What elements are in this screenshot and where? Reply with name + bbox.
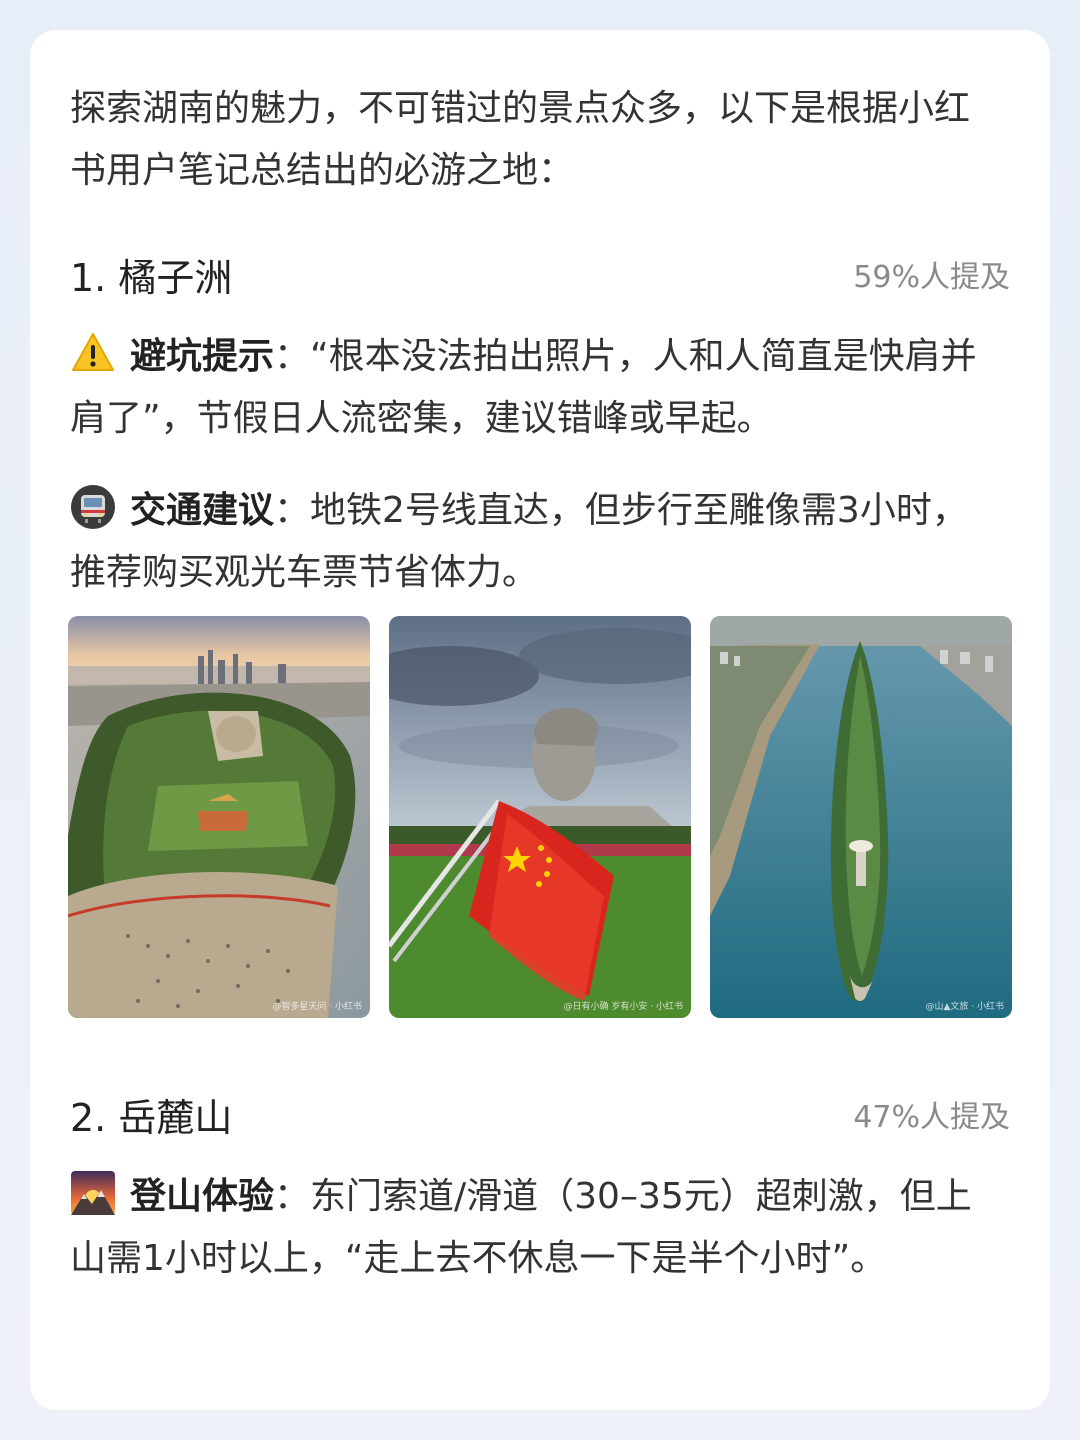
metro-icon [70,484,116,530]
section-number: 1. [70,256,107,300]
mention-rate: 47%人提及 [853,1100,1010,1135]
photo-watermark: @山▲文旅 · 小红书 [925,1002,1004,1012]
statue-flag-photo[interactable]: @日有小确 岁有小安 · 小红书 [389,616,691,1018]
tip-label: 避坑提示 [130,336,275,377]
mountain-sunrise-icon [70,1170,116,1216]
section-name: 橘子洲 [118,256,233,300]
orange-isle-aerial-photo[interactable]: @智多星天问 · 小红书 [68,616,370,1018]
section-header-orange-isle: 1. 橘子洲 59%人提及 [70,248,1010,308]
photo-watermark: @智多星天问 · 小红书 [272,1002,362,1012]
section-name: 岳麓山 [118,1096,233,1140]
section-header-yuelu-mountain: 2. 岳麓山 47%人提及 [70,1088,1010,1148]
tip-paragraph: 避坑提示：“根本没法拍出照片，人和人简直是快肩并肩了”，节假日人流密集，建议错峰… [70,326,1000,450]
island-river-aerial-photo[interactable]: @山▲文旅 · 小红书 [710,616,1012,1018]
section-number: 2. [70,1096,107,1140]
tip-paragraph: 交通建议：地铁2号线直达，但步行至雕像需3小时，推荐购买观光车票节省体力。 [70,480,1000,604]
tip-label: 登山体验 [130,1176,275,1217]
image-gallery: @智多星天问 · 小红书 @日有小确 岁有小安 · 小红书 @山▲文旅 · 小红… [68,616,1012,1018]
tip-paragraph: 登山体验：东门索道/滑道（30–35元）超刺激，但上山需1小时以上，“走上去不休… [70,1166,1000,1290]
intro-text: 探索湖南的魅力，不可错过的景点众多，以下是根据小红书用户笔记总结出的必游之地： [70,88,971,191]
tip-label: 交通建议 [130,490,275,531]
warning-icon [70,330,116,376]
photo-watermark: @日有小确 岁有小安 · 小红书 [563,1002,683,1012]
answer-card: 探索湖南的魅力，不可错过的景点众多，以下是根据小红书用户笔记总结出的必游之地： … [30,30,1050,1410]
section-title: 1. 橘子洲 [70,248,232,308]
mention-rate: 59%人提及 [853,260,1010,295]
section-title: 2. 岳麓山 [70,1088,232,1148]
